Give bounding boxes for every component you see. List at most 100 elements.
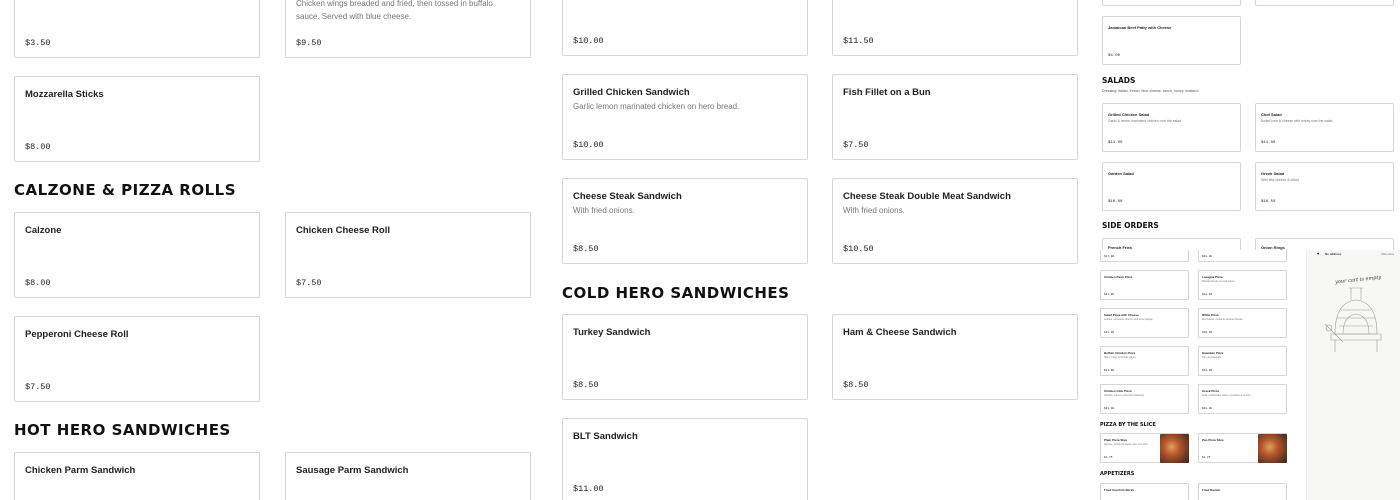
menu-item-card[interactable]: Pepperoni Cheese Roll $7.50: [14, 316, 260, 402]
empty-cart-message: your cart is empty: [1334, 274, 1382, 286]
menu-item-card[interactable]: [1102, 0, 1241, 6]
menu-item-card[interactable]: Chef Salad Boiled ham & cheese with turk…: [1255, 103, 1394, 152]
item-price: $11.00: [573, 484, 604, 494]
menu-preview-thumbnail: $17.00 $21.00 Chicken Parm Pizza $21.00 …: [1098, 250, 1303, 500]
item-name: Fried Ravioli: [1202, 488, 1221, 492]
item-price: $21.00: [1104, 369, 1115, 372]
menu-item-card[interactable]: Buffalo Chicken Pizza Spicy crispy & chu…: [1100, 346, 1189, 376]
item-description: Cheese, tomato & sauce your own slice.: [1104, 443, 1149, 446]
menu-item-card[interactable]: Greek Salad With feta cheese & olives. $…: [1255, 162, 1394, 211]
menu-item-card[interactable]: Chicken Parm Pizza $21.00: [1100, 270, 1189, 300]
menu-item-card[interactable]: $11.50: [832, 0, 1078, 56]
menu-item-card[interactable]: Plain Pizza Slice Cheese, tomato & sauce…: [1100, 433, 1189, 463]
item-description: Boiled ham & cheese with turkey over the…: [1261, 119, 1334, 123]
item-price: $8.00: [25, 278, 51, 288]
menu-item-card[interactable]: Greek Pizza Feta, mozzarella, olives, to…: [1198, 384, 1287, 414]
menu-item-card[interactable]: Chicken wings breaded and fried, then to…: [285, 0, 531, 58]
menu-item-card[interactable]: [1255, 0, 1394, 6]
item-name: Lasagna Pizza: [1202, 275, 1223, 279]
item-name: Chef Salad: [1261, 112, 1282, 117]
item-description: Spicy crispy & chunks sauce.: [1104, 356, 1137, 359]
pizza-image: [1160, 434, 1189, 463]
menu-item-card[interactable]: Pan Pizza Slice $2.75: [1198, 433, 1287, 463]
menu-preview-thumbnail: Jamaican Beef Patty with Cheese $4.00 SA…: [1098, 0, 1400, 250]
item-description: Lettuce, tomatoes, onions, and oil & vin…: [1104, 318, 1154, 321]
menu-item-card[interactable]: Onion Rings: [1255, 238, 1394, 250]
menu-item-card[interactable]: Grilled Chicken Sandwich Garlic lemon ma…: [562, 74, 808, 160]
menu-item-card[interactable]: Chicken Club Pizza Chicken, bacon, and r…: [1100, 384, 1189, 414]
section-subtitle: Dressing: italian, french, blue cheese, …: [1102, 89, 1199, 93]
item-name: Salad Pizza with Cheese: [1104, 313, 1139, 317]
item-name: Pepperoni Cheese Roll: [25, 329, 129, 340]
menu-item-card[interactable]: Calzone $8.00: [14, 212, 260, 298]
item-price: $7.50: [296, 278, 322, 288]
item-name: Greek Salad: [1261, 171, 1285, 176]
cart-address: No address: [1325, 252, 1342, 256]
item-name: Fried Zucchini Sticks: [1104, 488, 1135, 492]
item-description: Garlic & lemon marinated chicken over th…: [1108, 119, 1182, 123]
cart-header-link[interactable]: Visit store: [1381, 252, 1394, 256]
menu-item-card[interactable]: Fish Fillet on a Bun $7.50: [832, 74, 1078, 160]
menu-item-card[interactable]: Cheese Steak Double Meat Sandwich With f…: [832, 178, 1078, 264]
item-price: $21.00: [1104, 331, 1115, 334]
menu-item-card[interactable]: Hawaiian Pizza Ham & pineapple. $21.00: [1198, 346, 1287, 376]
cart-preview-thumbnail: ♥ No address Visit store your cart is em…: [1306, 250, 1400, 500]
item-name: Jamaican Beef Patty with Cheese: [1108, 25, 1172, 30]
item-price: $10.50: [843, 244, 874, 254]
menu-item-card[interactable]: Fried Zucchini Sticks: [1100, 483, 1189, 500]
menu-item-card[interactable]: BLT Sandwich $11.00: [562, 418, 808, 500]
item-price: $21.00: [1202, 255, 1213, 258]
menu-item-card[interactable]: Fried Ravioli: [1198, 483, 1287, 500]
item-price: $19.00: [1202, 331, 1213, 334]
item-price: $11.00: [1261, 141, 1276, 145]
section-heading-pizza-slice: PIZZA BY THE SLICE: [1100, 422, 1156, 428]
pizza-oven-illustration-icon: [1324, 287, 1382, 352]
item-price: $10.00: [1108, 200, 1123, 204]
menu-item-card[interactable]: Salad Pizza with Cheese Lettuce, tomatoe…: [1100, 308, 1189, 338]
menu-item-card[interactable]: Garden Salad $10.00: [1102, 162, 1241, 211]
menu-item-card[interactable]: Cheese Steak Sandwich With fried onions.…: [562, 178, 808, 264]
item-price: $10.00: [573, 140, 604, 150]
item-description: Ricotta cheese & meat sauce.: [1202, 280, 1236, 283]
section-heading-appetizers: APPETIZERS: [1100, 471, 1135, 477]
item-price: $21.00: [1202, 293, 1213, 296]
item-description: Feta, mozzarella, olives, tomatoes & oni…: [1202, 394, 1252, 397]
section-heading-salads: SALADS: [1102, 76, 1136, 85]
menu-item-card[interactable]: Chicken Cheese Roll $7.50: [285, 212, 531, 298]
menu-item-card[interactable]: Ham & Cheese Sandwich $8.50: [832, 314, 1078, 400]
menu-item-card[interactable]: $3.50: [14, 0, 260, 58]
section-heading-side-orders: SIDE ORDERS: [1102, 221, 1159, 230]
menu-item-card[interactable]: Grilled Chicken Salad Garlic & lemon mar…: [1102, 103, 1241, 152]
item-description: Chicken wings breaded and fried, then to…: [296, 0, 493, 21]
item-price: $21.00: [1202, 407, 1213, 410]
menu-item-card[interactable]: French Fries: [1102, 238, 1241, 250]
menu-item-card[interactable]: Turkey Sandwich $8.50: [562, 314, 808, 400]
menu-item-card[interactable]: Sausage Parm Sandwich: [285, 452, 531, 500]
menu-item-card[interactable]: Mozzarella Sticks $8.00: [14, 76, 260, 162]
menu-item-card[interactable]: Jamaican Beef Patty with Cheese $4.00: [1102, 16, 1241, 65]
section-heading-hot-hero: HOT HERO SANDWICHES: [14, 421, 231, 439]
location-pin-icon: ♥: [1317, 251, 1320, 256]
section-heading-calzone: CALZONE & PIZZA ROLLS: [14, 181, 237, 199]
pizza-image: [1258, 434, 1287, 463]
item-name: Hawaiian Pizza: [1202, 351, 1224, 355]
item-name: Sausage Parm Sandwich: [296, 465, 409, 476]
item-name: BLT Sandwich: [573, 431, 638, 442]
item-name: Chicken Cheese Roll: [296, 225, 390, 236]
item-name: Mozzarella Sticks: [25, 89, 104, 100]
menu-item-card[interactable]: $21.00: [1198, 250, 1287, 262]
item-description: With fried onions.: [843, 206, 905, 215]
item-price: $8.00: [25, 142, 51, 152]
menu-item-card[interactable]: Chicken Parm Sandwich: [14, 452, 260, 500]
item-price: $7.50: [843, 140, 869, 150]
item-description: With fried onions.: [573, 206, 635, 215]
item-name: Grilled Chicken Salad: [1108, 112, 1150, 117]
menu-item-card[interactable]: $10.00: [562, 0, 808, 56]
menu-item-card[interactable]: Lasagna Pizza Ricotta cheese & meat sauc…: [1198, 270, 1287, 300]
item-price: $10.00: [573, 36, 604, 46]
menu-item-card[interactable]: White Pizza Mozzarella, ricotta & romano…: [1198, 308, 1287, 338]
item-name: Pan Pizza Slice: [1202, 438, 1224, 442]
item-name: White Pizza: [1202, 313, 1219, 317]
menu-item-card[interactable]: $17.00: [1100, 250, 1189, 262]
item-description: With feta cheese & olives.: [1261, 178, 1301, 182]
